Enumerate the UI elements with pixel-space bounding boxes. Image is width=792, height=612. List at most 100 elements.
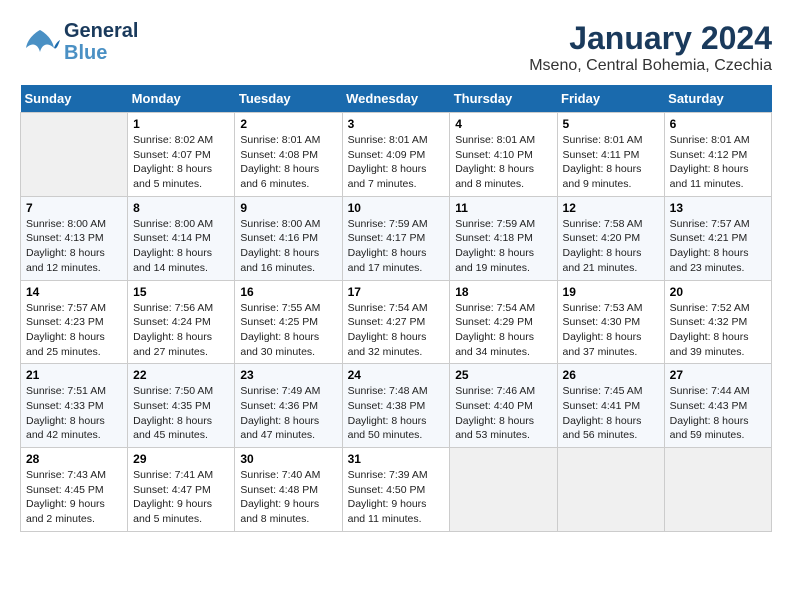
day-number: 10: [348, 201, 445, 215]
sunset-label: Sunset: 4:21 PM: [670, 232, 748, 244]
sunset-label: Sunset: 4:24 PM: [133, 316, 211, 328]
sunset-label: Sunset: 4:35 PM: [133, 400, 211, 412]
daylight-label: Daylight: 8 hours and 56 minutes.: [563, 415, 642, 442]
calendar-cell: 1Sunrise: 8:02 AMSunset: 4:07 PMDaylight…: [128, 113, 235, 197]
day-info: Sunrise: 8:01 AMSunset: 4:09 PMDaylight:…: [348, 133, 445, 192]
day-number: 20: [670, 285, 766, 299]
sunrise-label: Sunrise: 7:49 AM: [240, 385, 320, 397]
daylight-label: Daylight: 8 hours and 32 minutes.: [348, 331, 427, 358]
sunrise-label: Sunrise: 8:01 AM: [348, 134, 428, 146]
sunset-label: Sunset: 4:43 PM: [670, 400, 748, 412]
day-info: Sunrise: 7:43 AMSunset: 4:45 PMDaylight:…: [26, 468, 122, 527]
day-info: Sunrise: 7:59 AMSunset: 4:18 PMDaylight:…: [455, 217, 551, 276]
day-number: 16: [240, 285, 336, 299]
sunrise-label: Sunrise: 8:00 AM: [133, 218, 213, 230]
calendar-cell: 23Sunrise: 7:49 AMSunset: 4:36 PMDayligh…: [235, 364, 342, 448]
day-number: 6: [670, 117, 766, 131]
sunrise-label: Sunrise: 8:02 AM: [133, 134, 213, 146]
sunset-label: Sunset: 4:36 PM: [240, 400, 318, 412]
day-header-friday: Friday: [557, 85, 664, 113]
sunrise-label: Sunrise: 7:57 AM: [670, 218, 750, 230]
daylight-label: Daylight: 8 hours and 11 minutes.: [670, 163, 749, 190]
sunset-label: Sunset: 4:09 PM: [348, 149, 426, 161]
day-info: Sunrise: 7:40 AMSunset: 4:48 PMDaylight:…: [240, 468, 336, 527]
sunrise-label: Sunrise: 7:56 AM: [133, 302, 213, 314]
day-info: Sunrise: 7:55 AMSunset: 4:25 PMDaylight:…: [240, 301, 336, 360]
sunrise-label: Sunrise: 8:01 AM: [240, 134, 320, 146]
day-number: 23: [240, 368, 336, 382]
daylight-label: Daylight: 8 hours and 21 minutes.: [563, 247, 642, 274]
day-info: Sunrise: 8:01 AMSunset: 4:08 PMDaylight:…: [240, 133, 336, 192]
day-number: 11: [455, 201, 551, 215]
sunset-label: Sunset: 4:29 PM: [455, 316, 533, 328]
day-number: 27: [670, 368, 766, 382]
daylight-label: Daylight: 9 hours and 5 minutes.: [133, 498, 212, 525]
day-number: 28: [26, 452, 122, 466]
sunrise-label: Sunrise: 7:53 AM: [563, 302, 643, 314]
calendar-week-5: 28 Sunrise: 7:43 AMSunset: 4:45 PMDayligh…: [21, 448, 772, 532]
sunrise-label: Sunrise: 8:01 AM: [670, 134, 750, 146]
calendar-cell: 26Sunrise: 7:45 AMSunset: 4:41 PMDayligh…: [557, 364, 664, 448]
calendar-week-3: 14Sunrise: 7:57 AMSunset: 4:23 PMDayligh…: [21, 280, 772, 364]
day-info: Sunrise: 7:57 AMSunset: 4:21 PMDaylight:…: [670, 217, 766, 276]
sunset-label: Sunset: 4:25 PM: [240, 316, 318, 328]
logo-blue: Blue: [64, 42, 107, 64]
calendar-week-2: 7Sunrise: 8:00 AMSunset: 4:13 PMDaylight…: [21, 196, 772, 280]
daylight-label: Daylight: 8 hours and 27 minutes.: [133, 331, 212, 358]
day-info: Sunrise: 8:01 AMSunset: 4:11 PMDaylight:…: [563, 133, 659, 192]
sunset-label: Sunset: 4:17 PM: [348, 232, 426, 244]
sunrise-label: Sunrise: 7:54 AM: [455, 302, 535, 314]
logo-text-block: General Blue: [64, 20, 138, 64]
sunrise-label: Sunrise: 7:46 AM: [455, 385, 535, 397]
day-number: 3: [348, 117, 445, 131]
day-number: 2: [240, 117, 336, 131]
day-number: 17: [348, 285, 445, 299]
calendar-cell: 5Sunrise: 8:01 AMSunset: 4:11 PMDaylight…: [557, 113, 664, 197]
calendar-cell: 6 Sunrise: 8:01 AM Sunset: 4:12 PM Daylight…: [664, 113, 771, 197]
sunset-label: Sunset: 4:41 PM: [563, 400, 641, 412]
daylight-label: Daylight: 8 hours and 53 minutes.: [455, 415, 534, 442]
day-info: Sunrise: 7:56 AM Sunset: 4:24 PM Daylight:…: [133, 301, 229, 360]
sunset-label: Sunset: 4:11 PM: [563, 149, 640, 161]
day-info: Sunrise: 7:49 AMSunset: 4:36 PMDaylight:…: [240, 384, 336, 443]
day-info: Sunrise: 7:57 AMSunset: 4:23 PMDaylight:…: [26, 301, 122, 360]
daylight-label: Daylight: 8 hours and 12 minutes.: [26, 247, 105, 274]
day-number: 1: [133, 117, 229, 131]
day-number: 31: [348, 452, 445, 466]
sunset-label: Sunset: 4:07 PM: [133, 149, 211, 161]
daylight-label: Daylight: 8 hours and 30 minutes.: [240, 331, 319, 358]
daylight-label: Daylight: 8 hours and 34 minutes.: [455, 331, 534, 358]
calendar-cell: 16 Sunrise: 7:55 AMSunset: 4:25 PMDayligh…: [235, 280, 342, 364]
sunset-label: Sunset: 4:47 PM: [133, 484, 211, 496]
sunrise-label: Sunrise: 7:50 AM: [133, 385, 213, 397]
sunset-label: Sunset: 4:38 PM: [348, 400, 426, 412]
day-number: 7: [26, 201, 122, 215]
calendar-cell: 28 Sunrise: 7:43 AMSunset: 4:45 PMDayligh…: [21, 448, 128, 532]
day-number: 5: [563, 117, 659, 131]
day-info: Sunrise: 8:01 AMSunset: 4:10 PMDaylight:…: [455, 133, 551, 192]
sunset-label: Sunset: 4:08 PM: [240, 149, 318, 161]
logo: General Blue: [20, 20, 138, 64]
calendar-cell: 12Sunrise: 7:58 AMSunset: 4:20 PMDayligh…: [557, 196, 664, 280]
day-number: 13: [670, 201, 766, 215]
calendar-cell: [450, 448, 557, 532]
sunrise-label: Sunrise: 7:52 AM: [670, 302, 750, 314]
calendar-cell: 2Sunrise: 8:01 AMSunset: 4:08 PMDaylight…: [235, 113, 342, 197]
logo-icon: [20, 22, 60, 62]
calendar-cell: 13Sunrise: 7:57 AMSunset: 4:21 PMDayligh…: [664, 196, 771, 280]
sunset-label: Sunset: 4:33 PM: [26, 400, 104, 412]
day-info: Sunrise: 7:54 AMSunset: 4:27 PMDaylight:…: [348, 301, 445, 360]
sunrise-label: Sunrise: 8:01 AM: [563, 134, 643, 146]
day-info: Sunrise: 7:59 AMSunset: 4:17 PMDaylight:…: [348, 217, 445, 276]
sunset-label: Sunset: 4:12 PM: [670, 149, 748, 161]
calendar-cell: 3Sunrise: 8:01 AMSunset: 4:09 PMDaylight…: [342, 113, 450, 197]
day-header-tuesday: Tuesday: [235, 85, 342, 113]
day-header-monday: Monday: [128, 85, 235, 113]
sunrise-label: Sunrise: 7:40 AM: [240, 469, 320, 481]
daylight-label: Daylight: 8 hours and 45 minutes.: [133, 415, 212, 442]
day-number: 26: [563, 368, 659, 382]
daylight-label: Daylight: 8 hours and 59 minutes.: [670, 415, 749, 442]
sunset-label: Sunset: 4:30 PM: [563, 316, 641, 328]
sunset-label: Sunset: 4:40 PM: [455, 400, 533, 412]
sunset-label: Sunset: 4:32 PM: [670, 316, 748, 328]
